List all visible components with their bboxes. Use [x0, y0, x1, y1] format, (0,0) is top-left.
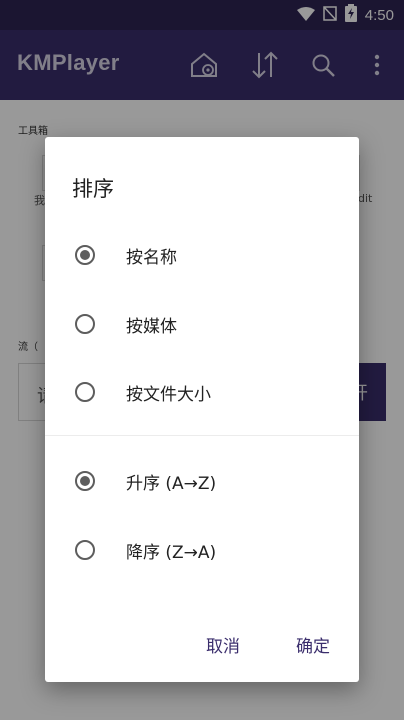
sort-dialog: 排序 按名称 按媒体 按文件大小 升序 (A→Z) 降序 (Z→A) 取消 确定: [45, 137, 359, 682]
option-label: 按媒体: [126, 316, 177, 337]
radio-checked-icon[interactable]: [75, 471, 95, 491]
radio-unchecked-icon[interactable]: [75, 314, 95, 334]
option-label: 升序 (A→Z): [126, 473, 217, 494]
sort-by-media-option[interactable]: 按媒体: [45, 294, 359, 354]
option-label: 按文件大小: [126, 384, 211, 405]
sort-by-size-option[interactable]: 按文件大小: [45, 362, 359, 422]
order-ascending-option[interactable]: 升序 (A→Z): [45, 451, 359, 511]
order-descending-option[interactable]: 降序 (Z→A): [45, 520, 359, 580]
radio-checked-icon[interactable]: [75, 245, 95, 265]
option-label: 降序 (Z→A): [126, 542, 217, 563]
radio-unchecked-icon[interactable]: [75, 382, 95, 402]
dialog-title: 排序: [72, 177, 114, 201]
radio-unchecked-icon[interactable]: [75, 540, 95, 560]
confirm-button[interactable]: 确定: [296, 632, 330, 657]
option-label: 按名称: [126, 247, 177, 268]
sort-by-name-option[interactable]: 按名称: [45, 225, 359, 285]
dialog-divider: [45, 435, 359, 436]
cancel-button[interactable]: 取消: [206, 632, 240, 657]
